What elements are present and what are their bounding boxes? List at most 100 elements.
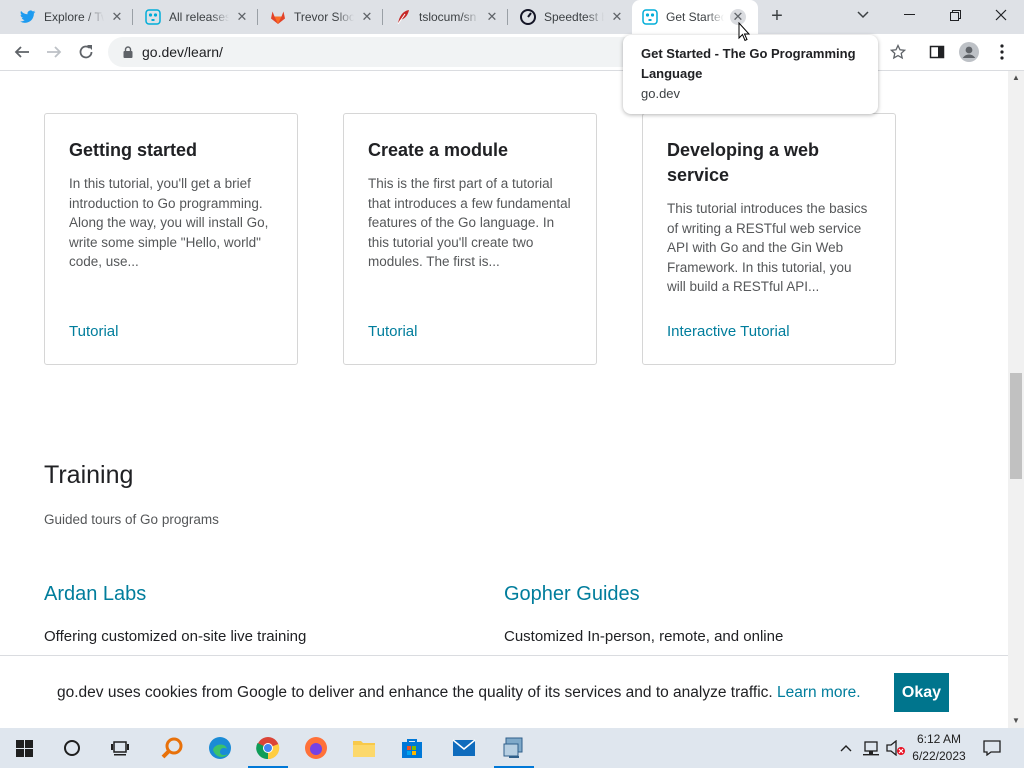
firefox-icon	[305, 737, 327, 759]
tab-speedtest[interactable]: Speedtest b ✕	[500, 0, 633, 34]
star-icon	[890, 44, 906, 60]
side-panel-button[interactable]	[923, 38, 951, 66]
org-description: Customized In-person, remote, and online	[504, 628, 784, 645]
tab-title: Explore / Tw	[44, 10, 104, 24]
tab-twitter[interactable]: Explore / Tw ✕	[0, 0, 133, 34]
page-scrollbar[interactable]: ▲ ▼	[1008, 71, 1024, 728]
tooltip-domain: go.dev	[641, 86, 681, 101]
network-icon-button[interactable]	[860, 728, 882, 768]
speedtest-icon	[520, 9, 536, 25]
reload-button[interactable]	[72, 38, 100, 66]
tab-search-button[interactable]	[840, 0, 886, 30]
back-button[interactable]	[8, 38, 36, 66]
taskbar-firefox[interactable]	[292, 728, 340, 768]
network-icon	[863, 741, 879, 756]
tutorial-card[interactable]: Create a module This is the first part o…	[343, 113, 597, 365]
windows-taskbar: 6:12 AM 6/22/2023	[0, 728, 1024, 768]
page-content: Getting started In this tutorial, you'll…	[0, 71, 1008, 725]
close-tab-icon[interactable]: ✕	[359, 9, 375, 25]
training-heading: Training	[44, 461, 134, 489]
close-tab-icon[interactable]: ✕	[484, 9, 500, 25]
kebab-menu-icon	[1000, 44, 1004, 60]
reload-icon	[79, 45, 93, 59]
url-text: go.dev/learn/	[142, 44, 223, 60]
side-panel-icon	[929, 45, 945, 59]
bookmark-star-button[interactable]	[884, 38, 912, 66]
card-description: This tutorial introduces the basics of w…	[667, 201, 868, 295]
cookie-banner: go.dev uses cookies from Google to deliv…	[0, 655, 1008, 728]
scroll-thumb[interactable]	[1010, 373, 1022, 479]
cookie-text: go.dev uses cookies from Google to deliv…	[57, 684, 773, 701]
card-title: Developing a web service	[667, 140, 820, 185]
close-tab-icon[interactable]: ✕	[609, 9, 625, 25]
tab-all-releases[interactable]: All releases ✕	[125, 0, 258, 34]
card-link[interactable]: Tutorial	[69, 323, 118, 340]
taskbar-chrome[interactable]	[244, 728, 292, 768]
start-button[interactable]	[0, 728, 48, 768]
tab-tslocum[interactable]: tslocum/sn ✕	[375, 0, 508, 34]
tab-gitlab[interactable]: Trevor Sloc ✕	[250, 0, 383, 34]
scroll-down-arrow-icon[interactable]: ▼	[1008, 714, 1024, 728]
tab-title: All releases	[169, 10, 229, 24]
profile-button[interactable]	[955, 38, 983, 66]
tutorial-card[interactable]: Getting started In this tutorial, you'll…	[44, 113, 298, 365]
card-title: Getting started	[69, 140, 198, 160]
avatar-icon	[959, 42, 979, 62]
taskbar-file-explorer[interactable]	[340, 728, 388, 768]
taskbar-mail[interactable]	[440, 728, 488, 768]
volume-muted-icon	[886, 740, 905, 756]
folder-icon	[353, 741, 375, 757]
cookie-message: go.dev uses cookies from Google to deliv…	[57, 684, 861, 702]
org-link-gopher-guides[interactable]: Gopher Guides	[504, 583, 640, 606]
scroll-up-arrow-icon[interactable]: ▲	[1008, 71, 1024, 85]
tab-title: Speedtest b	[544, 10, 604, 24]
clock-time: 6:12 AM	[916, 732, 962, 746]
action-center-icon	[983, 740, 1001, 756]
taskbar-vm-app[interactable]	[490, 728, 538, 768]
taskbar-edge[interactable]	[196, 728, 244, 768]
store-icon	[402, 739, 422, 758]
gopher-icon	[642, 9, 658, 25]
taskbar-store[interactable]	[388, 728, 436, 768]
tab-title: Trevor Sloc	[294, 10, 354, 24]
card-link[interactable]: Interactive Tutorial	[667, 323, 790, 340]
new-tab-button[interactable]: +	[766, 6, 788, 28]
edge-icon	[209, 737, 231, 759]
forward-button[interactable]	[40, 38, 68, 66]
okay-button[interactable]: Okay	[894, 673, 949, 712]
tab-title: Get Started	[666, 10, 724, 24]
lock-icon	[123, 46, 133, 58]
card-description: In this tutorial, you'll get a brief int…	[69, 176, 269, 270]
close-tab-icon[interactable]: ✕	[234, 9, 250, 25]
system-clock[interactable]: 6:12 AM 6/22/2023	[904, 731, 974, 765]
card-description: This is the first part of a tutorial tha…	[368, 176, 571, 270]
org-description: Offering customized on-site live trainin…	[44, 628, 307, 645]
magnifier-app-icon	[161, 737, 183, 759]
cortana-circle-icon	[64, 740, 80, 756]
learn-more-link[interactable]: Learn more.	[777, 684, 861, 701]
minimize-button[interactable]	[886, 0, 932, 30]
org-link-ardan-labs[interactable]: Ardan Labs	[44, 583, 146, 606]
tab-strip: Explore / Tw ✕ All releases ✕ Trevor Slo…	[0, 0, 1024, 34]
notifications-button[interactable]	[978, 728, 1006, 768]
close-tab-icon[interactable]: ✕	[109, 9, 125, 25]
show-hidden-icons-button[interactable]	[836, 728, 856, 768]
windows-logo-icon	[15, 739, 33, 757]
search-button[interactable]	[48, 728, 96, 768]
chrome-icon	[256, 737, 280, 760]
forward-arrow-icon	[47, 46, 62, 58]
volume-icon-button[interactable]	[884, 728, 906, 768]
tutorial-card[interactable]: Developing a web service This tutorial i…	[642, 113, 896, 365]
card-link[interactable]: Tutorial	[368, 323, 417, 340]
card-title: Create a module	[368, 140, 509, 160]
taskbar-search-app[interactable]	[148, 728, 196, 768]
close-window-button[interactable]	[978, 0, 1024, 30]
task-view-button[interactable]	[96, 728, 144, 768]
tab-title: tslocum/sn	[419, 10, 477, 24]
feather-icon	[395, 9, 411, 25]
menu-button[interactable]	[988, 38, 1016, 66]
twitter-icon	[20, 9, 36, 25]
restore-button[interactable]	[932, 0, 978, 30]
task-view-icon	[111, 741, 129, 756]
gitlab-icon	[270, 9, 286, 25]
